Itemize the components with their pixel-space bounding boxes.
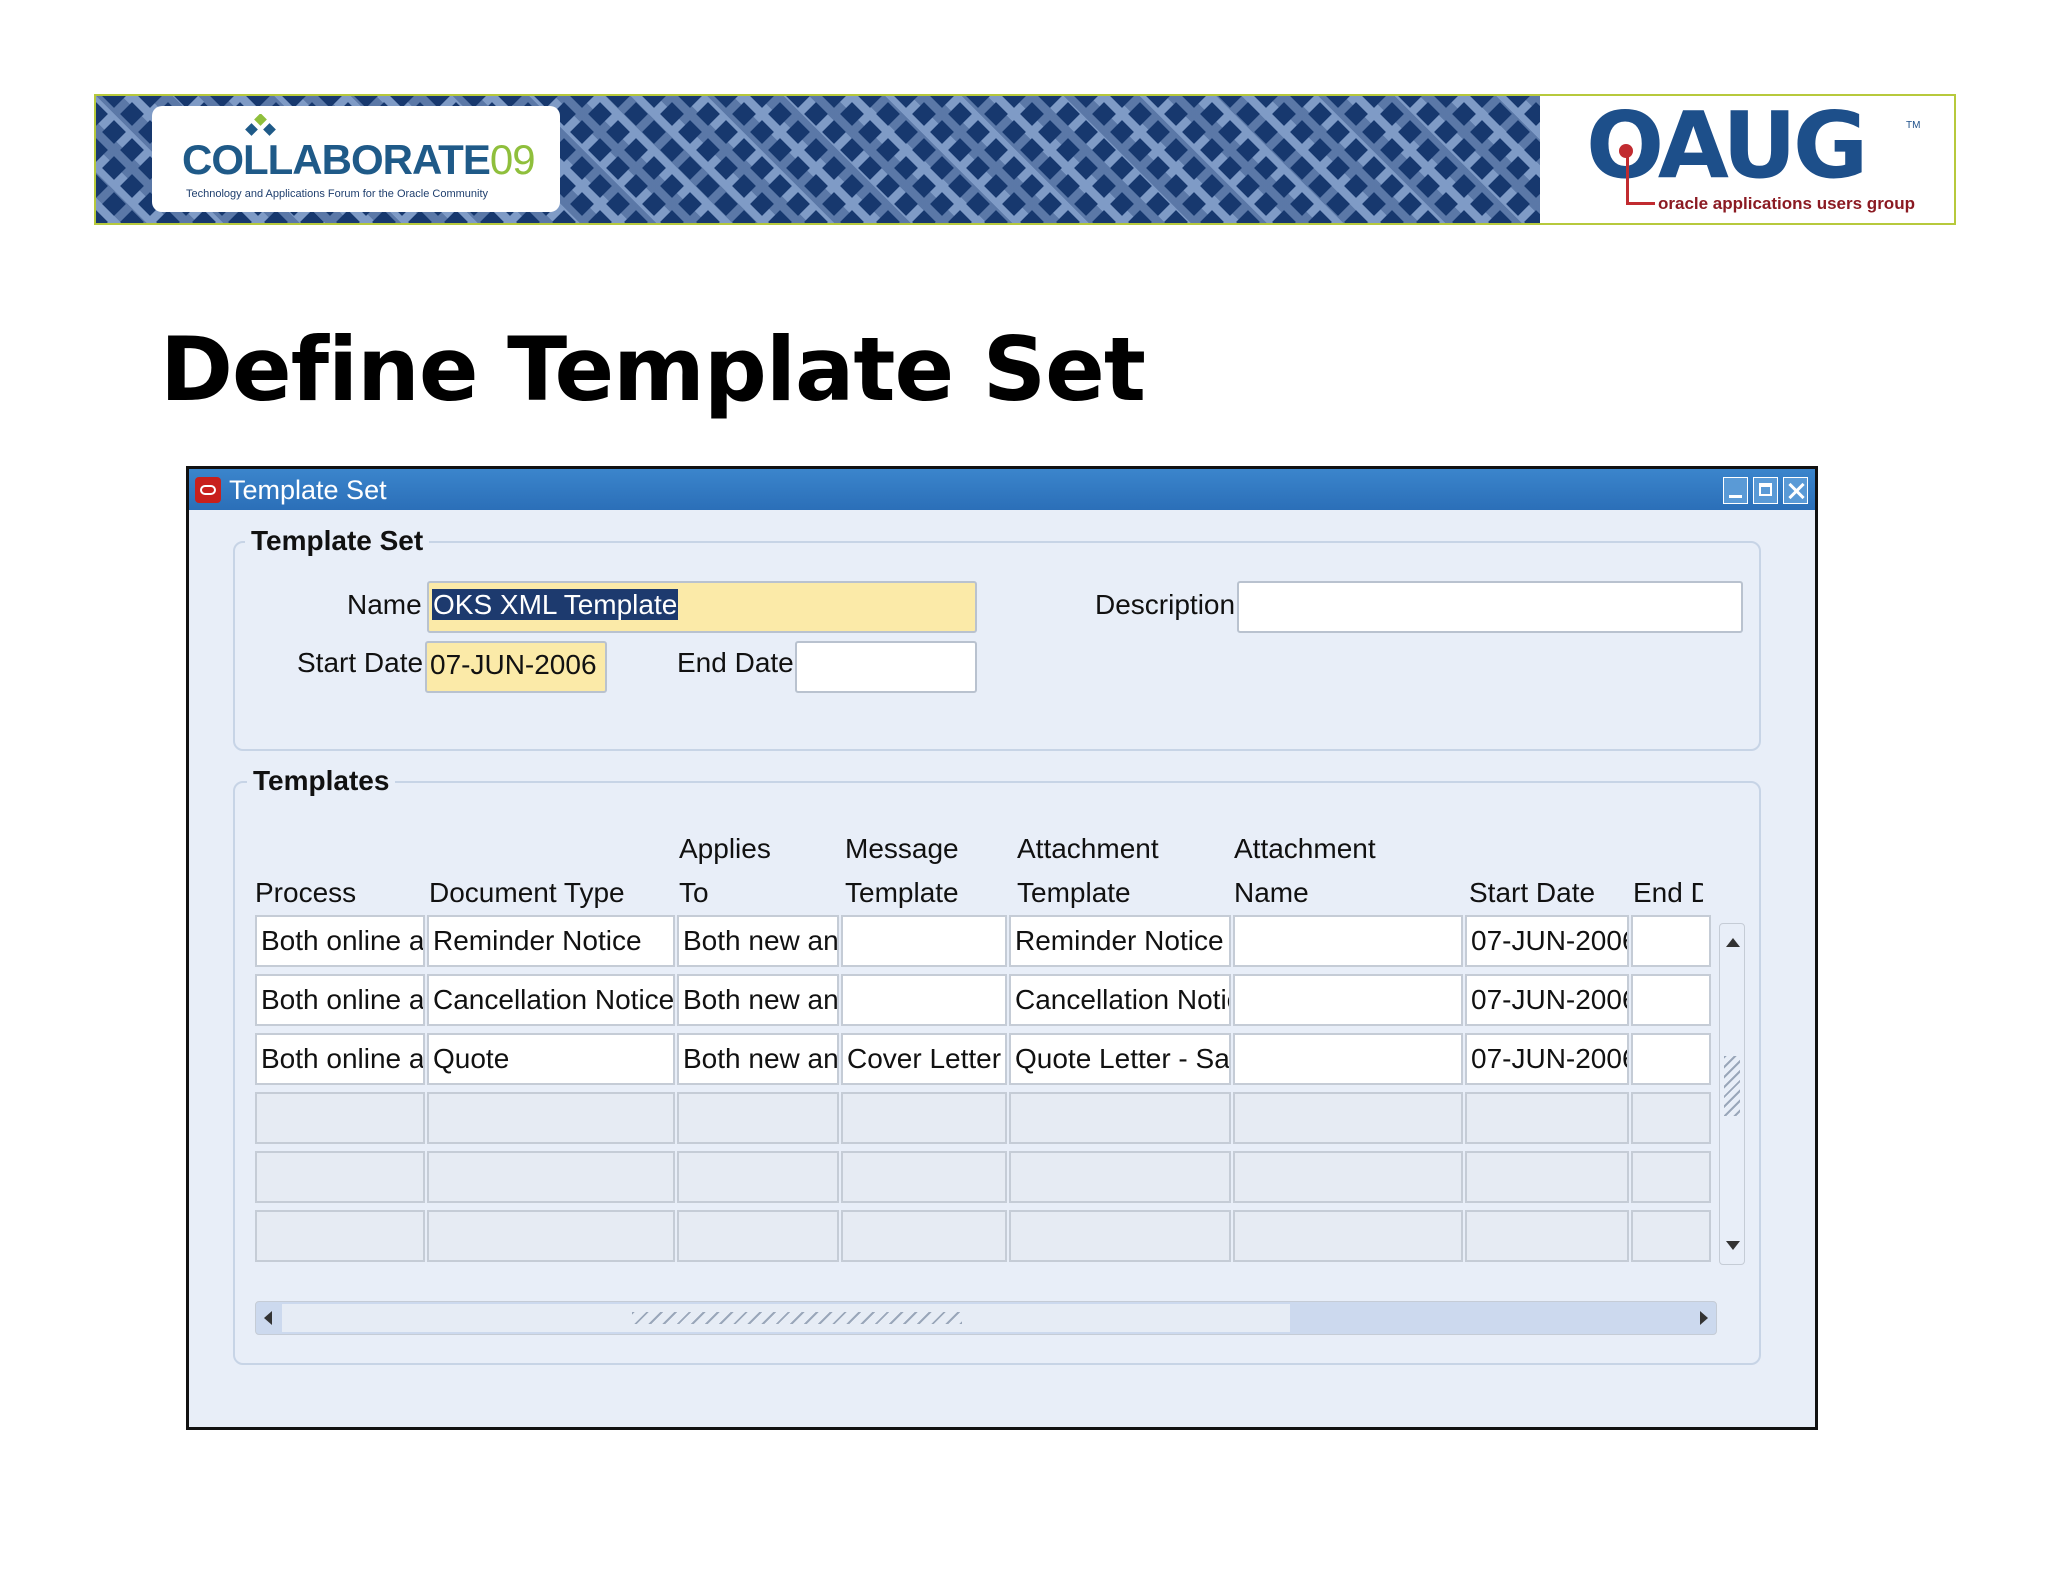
cell-attachment-name[interactable]	[1233, 1151, 1463, 1203]
name-value: OKS XML Template	[432, 589, 679, 620]
cell-document-type[interactable]: Cancellation Notice	[427, 974, 675, 1026]
cell-attachment-name[interactable]	[1233, 915, 1463, 967]
cell-applies-to[interactable]	[677, 1092, 839, 1144]
cell-start-date[interactable]	[1465, 1210, 1629, 1262]
collaborate-logo: COLLABORATE09 Technology and Application…	[152, 106, 560, 212]
oracle-app-icon[interactable]	[195, 477, 221, 503]
cell-message-template[interactable]	[841, 1151, 1007, 1203]
header-attachment-template-line1: Attachment	[1017, 833, 1159, 864]
scroll-right-icon[interactable]	[1700, 1311, 1708, 1325]
collaborate-year: 09	[489, 136, 536, 183]
end-date-field[interactable]	[795, 641, 977, 693]
cell-attachment-template[interactable]: Reminder Notice - S	[1009, 915, 1231, 967]
cell-applies-to[interactable]: Both new and	[677, 1033, 839, 1085]
cell-start-date[interactable]: 07-JUN-2006	[1465, 1033, 1629, 1085]
cell-process[interactable]: Both online an	[255, 1033, 425, 1085]
header-message-template-line2: Template	[845, 877, 959, 908]
name-label: Name	[347, 589, 422, 620]
oaug-logo: OAUG TM oracle applications users group	[1540, 96, 1954, 223]
cell-process[interactable]: Both online an	[255, 915, 425, 967]
cell-attachment-name[interactable]	[1233, 1092, 1463, 1144]
cell-message-template[interactable]	[841, 1210, 1007, 1262]
template-set-legend: Template Set	[245, 525, 430, 557]
end-date-label: End Date	[677, 647, 794, 678]
templates-legend: Templates	[247, 765, 396, 797]
scroll-up-icon[interactable]	[1726, 938, 1740, 947]
cell-attachment-template[interactable]	[1009, 1092, 1231, 1144]
slide-title: Define Template Set	[160, 318, 1146, 421]
header-process: Process	[255, 877, 357, 908]
cell-process[interactable]	[255, 1092, 425, 1144]
cell-document-type[interactable]	[427, 1151, 675, 1203]
cell-applies-to[interactable]: Both new and	[677, 974, 839, 1026]
cell-end-date[interactable]	[1631, 915, 1711, 967]
close-button[interactable]	[1783, 477, 1808, 504]
cell-end-date[interactable]	[1631, 1151, 1711, 1203]
collaborate-title: COLLABORATE09	[182, 136, 536, 183]
description-field[interactable]	[1237, 581, 1743, 633]
scroll-left-icon[interactable]	[264, 1311, 272, 1325]
window-title: Template Set	[229, 475, 387, 505]
scroll-down-icon[interactable]	[1726, 1241, 1740, 1250]
header-attachment-name-line1: Attachment	[1234, 833, 1376, 864]
horizontal-scrollbar[interactable]	[255, 1301, 1717, 1335]
cell-document-type[interactable]: Reminder Notice	[427, 915, 675, 967]
cell-start-date[interactable]: 07-JUN-2006	[1465, 915, 1629, 967]
cell-attachment-template[interactable]: Quote Letter - Sam	[1009, 1033, 1231, 1085]
cell-attachment-name[interactable]	[1233, 1033, 1463, 1085]
description-label: Description	[1095, 589, 1236, 620]
cell-message-template[interactable]	[841, 1092, 1007, 1144]
cell-attachment-name[interactable]	[1233, 1210, 1463, 1262]
header-end-date: End Da	[1633, 877, 1703, 908]
cell-start-date[interactable]	[1465, 1092, 1629, 1144]
vertical-scroll-thumb[interactable]	[1724, 1056, 1740, 1116]
minimize-button[interactable]	[1723, 477, 1748, 504]
collaborate-tagline: Technology and Applications Forum for th…	[186, 188, 489, 200]
cell-attachment-template[interactable]: Cancellation Notice	[1009, 974, 1231, 1026]
oaug-trademark: TM	[1906, 120, 1921, 131]
header-attachment-name-line2: Name	[1234, 877, 1309, 908]
horizontal-scroll-thumb[interactable]	[282, 1304, 1290, 1332]
cell-applies-to[interactable]	[677, 1210, 839, 1262]
cell-attachment-name[interactable]	[1233, 974, 1463, 1026]
header-message-template-line1: Message	[845, 833, 959, 864]
cell-applies-to[interactable]	[677, 1151, 839, 1203]
start-date-label: Start Date	[297, 647, 424, 678]
name-field[interactable]: OKS XML Template	[427, 581, 977, 633]
diamond-logo-icon	[245, 114, 276, 136]
oaug-subtitle: oracle applications users group	[1658, 194, 1915, 213]
template-set-window: Template Set Template Set Name OKS XML T…	[186, 466, 1818, 1430]
window-titlebar[interactable]: Template Set	[189, 469, 1815, 510]
cell-end-date[interactable]	[1631, 1033, 1711, 1085]
cell-document-type[interactable]	[427, 1210, 675, 1262]
cell-applies-to[interactable]: Both new and	[677, 915, 839, 967]
cell-document-type[interactable]: Quote	[427, 1033, 675, 1085]
cell-end-date[interactable]	[1631, 1092, 1711, 1144]
maximize-button[interactable]	[1753, 477, 1778, 504]
cell-start-date[interactable]: 07-JUN-2006	[1465, 974, 1629, 1026]
cell-attachment-template[interactable]	[1009, 1210, 1231, 1262]
cell-attachment-template[interactable]	[1009, 1151, 1231, 1203]
vertical-scrollbar[interactable]	[1719, 923, 1745, 1265]
cell-process[interactable]	[255, 1151, 425, 1203]
cell-message-template[interactable]: Cover Letter -	[841, 1033, 1007, 1085]
header-applies-to-line1: Applies	[679, 833, 771, 864]
cell-message-template[interactable]	[841, 915, 1007, 967]
header-attachment-template-line2: Template	[1017, 877, 1131, 908]
header-applies-to-line2: To	[679, 877, 709, 908]
cell-end-date[interactable]	[1631, 1210, 1711, 1262]
header-document-type: Document Type	[429, 877, 625, 908]
header-start-date: Start Date	[1469, 877, 1596, 908]
start-date-field[interactable]: 07-JUN-2006	[425, 641, 607, 693]
cell-document-type[interactable]	[427, 1092, 675, 1144]
oaug-pin-icon	[1619, 144, 1655, 205]
cell-start-date[interactable]	[1465, 1151, 1629, 1203]
conference-banner: COLLABORATE09 Technology and Application…	[94, 94, 1956, 225]
cell-message-template[interactable]	[841, 974, 1007, 1026]
cell-process[interactable]	[255, 1210, 425, 1262]
cell-end-date[interactable]	[1631, 974, 1711, 1026]
cell-process[interactable]: Both online an	[255, 974, 425, 1026]
